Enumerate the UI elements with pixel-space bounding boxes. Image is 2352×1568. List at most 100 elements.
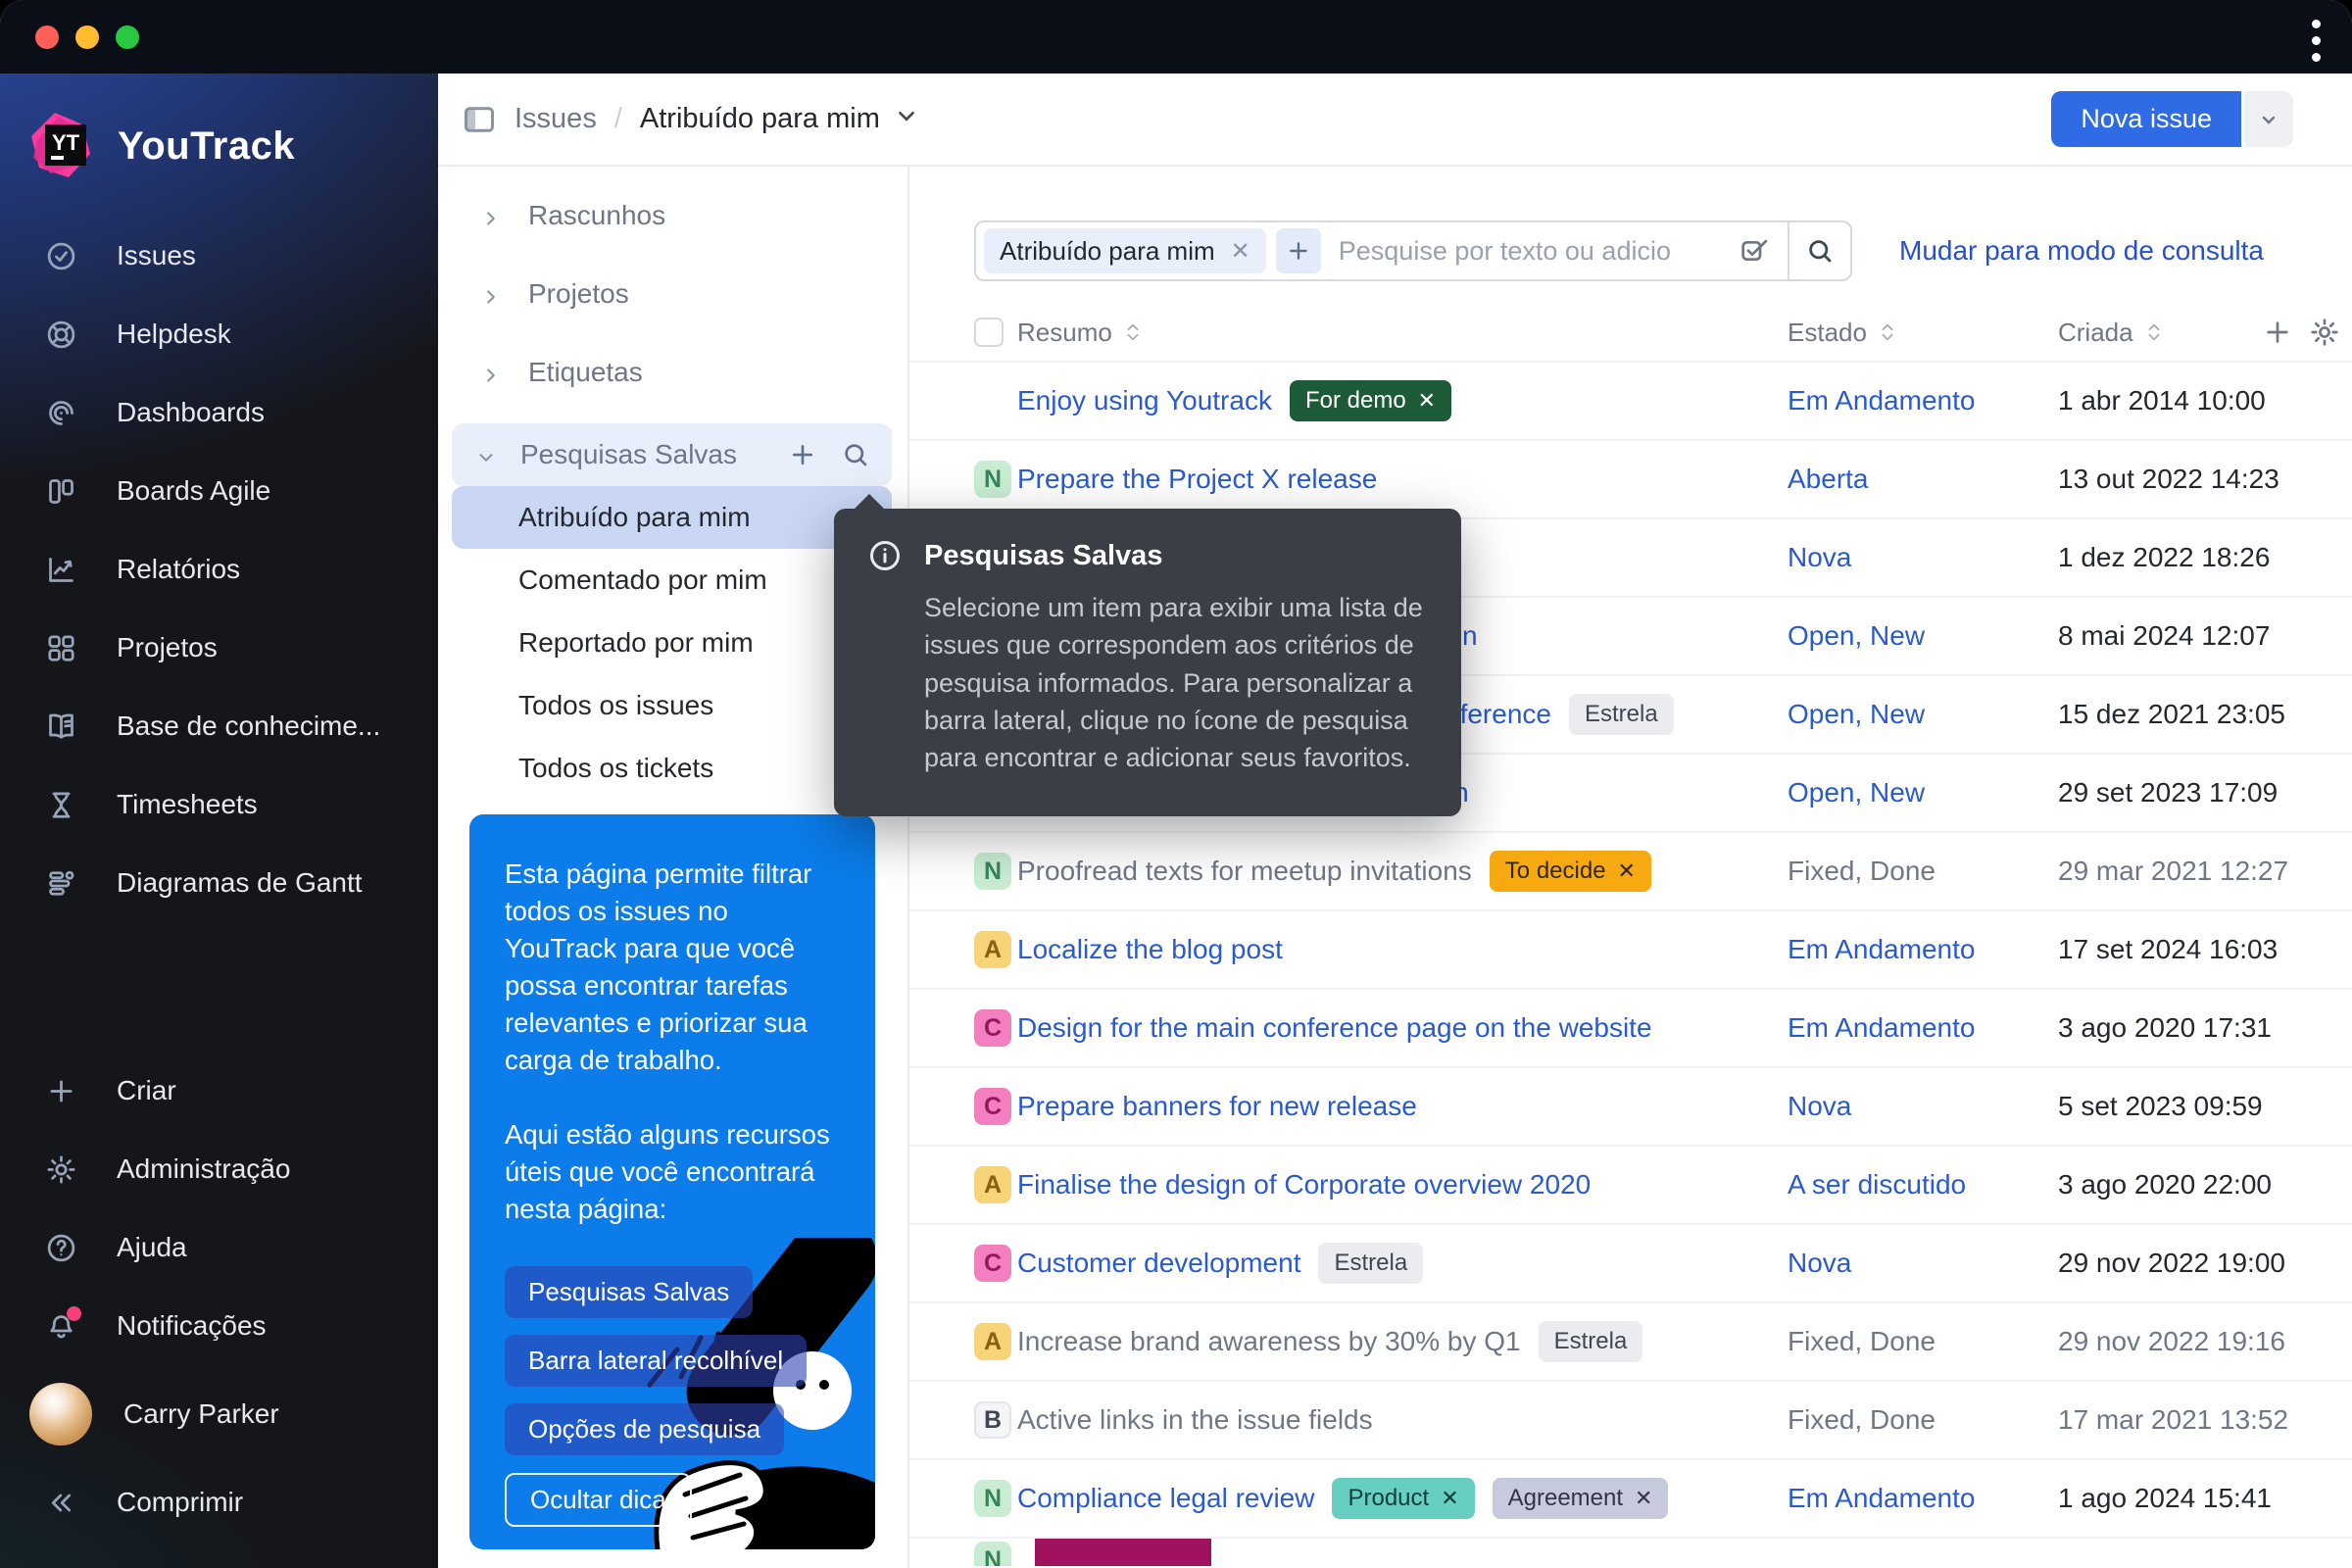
- issue-title-link[interactable]: Prepare banners for new release: [1017, 1091, 1417, 1122]
- issue-state-link[interactable]: Nova: [1788, 1248, 1851, 1279]
- issue-tag[interactable]: For demo ✕: [1289, 380, 1452, 421]
- window-menu-icon[interactable]: [2312, 20, 2321, 62]
- issue-title-link[interactable]: n: [1462, 620, 1478, 652]
- saved-search-item[interactable]: Todos os issues: [452, 674, 892, 737]
- sidebar-item-notificacoes[interactable]: Notificações: [0, 1287, 438, 1365]
- issue-state-link[interactable]: A ser discutido: [1788, 1169, 1966, 1200]
- issue-title-link[interactable]: Compliance legal review: [1017, 1483, 1314, 1514]
- filter-chip[interactable]: Atribuído para mim ✕: [984, 228, 1266, 273]
- remove-tag-icon[interactable]: ✕: [1418, 388, 1436, 414]
- new-issue-button[interactable]: Nova issue: [2051, 91, 2241, 147]
- sort-icon[interactable]: [1122, 319, 1144, 345]
- promo-link-button[interactable]: Opções de pesquisa: [505, 1403, 785, 1456]
- explorer-group-projetos[interactable]: Projetos: [438, 255, 907, 333]
- sidebar-item-projetos[interactable]: Projetos: [0, 609, 438, 687]
- sidebar-item-administracao[interactable]: Administração: [0, 1130, 438, 1208]
- sidebar-item-base-conhecimento[interactable]: Base de conhecime...: [0, 687, 438, 765]
- issue-title-link[interactable]: Customer development: [1017, 1248, 1300, 1279]
- sort-icon[interactable]: [2143, 319, 2165, 345]
- issue-title-link[interactable]: Increase brand awareness by 30% by Q1: [1017, 1326, 1521, 1357]
- issue-tag[interactable]: To decide ✕: [1489, 851, 1651, 892]
- table-row[interactable]: A Localize the blog post Em Andamento 17 se…: [909, 909, 2352, 988]
- add-column-icon[interactable]: [2262, 317, 2293, 348]
- issue-tag[interactable]: [1035, 1539, 1211, 1566]
- issue-title-fragment[interactable]: nference Estrela: [1445, 694, 1674, 735]
- issue-state-link[interactable]: Open, New: [1788, 699, 1925, 730]
- saved-search-item[interactable]: Todos os tickets: [452, 737, 892, 800]
- issue-state-link[interactable]: Aberta: [1788, 464, 1869, 495]
- issue-state-link[interactable]: Open, New: [1788, 777, 1925, 808]
- issue-state-link[interactable]: Fixed, Done: [1788, 1404, 1936, 1436]
- table-row[interactable]: N Proofread texts for meetup invitations T…: [909, 831, 2352, 909]
- remove-tag-icon[interactable]: ✕: [1635, 1486, 1652, 1511]
- issue-tag[interactable]: Estrela: [1568, 694, 1674, 735]
- search-submit-icon[interactable]: [1788, 222, 1850, 279]
- sidebar-item-ajuda[interactable]: Ajuda: [0, 1208, 438, 1287]
- issue-state-link[interactable]: Open, New: [1788, 620, 1925, 652]
- sidebar-item-timesheets[interactable]: Timesheets: [0, 765, 438, 844]
- table-row[interactable]: N Prepare the Project X release Aberta 13 o…: [909, 439, 2352, 517]
- table-row[interactable]: C Prepare banners for new release Nova 5 se…: [909, 1066, 2352, 1145]
- remove-filter-icon[interactable]: ✕: [1231, 237, 1250, 266]
- sidebar-item-dashboards[interactable]: Dashboards: [0, 373, 438, 452]
- add-filter-icon[interactable]: [1275, 228, 1321, 273]
- sidebar-item-diagramas-gantt[interactable]: Diagramas de Gantt: [0, 844, 438, 922]
- remove-tag-icon[interactable]: ✕: [1441, 1486, 1458, 1511]
- sidebar-item-criar[interactable]: Criar: [0, 1052, 438, 1130]
- breadcrumb-issues[interactable]: Issues: [514, 103, 597, 135]
- hide-tip-button[interactable]: Ocultar dica: [505, 1473, 692, 1528]
- issue-title-fragment[interactable]: n: [1462, 620, 1478, 652]
- sidebar-item-boards-agile[interactable]: Boards Agile: [0, 452, 438, 530]
- search-input[interactable]: Pesquise por texto ou adicio: [1339, 236, 1739, 267]
- minimize-button[interactable]: [75, 24, 99, 49]
- saved-search-item[interactable]: Atribuído para mim: [452, 486, 892, 549]
- toggle-sidebar-icon[interactable]: [462, 102, 497, 137]
- issue-title-link[interactable]: Localize the blog post: [1017, 934, 1283, 965]
- issue-title-link[interactable]: Active links in the issue fields: [1017, 1404, 1373, 1436]
- close-button[interactable]: [35, 24, 59, 49]
- new-issue-dropdown-button[interactable]: [2244, 91, 2293, 147]
- issue-title-link[interactable]: Finalise the design of Corporate overvie…: [1017, 1169, 1591, 1200]
- explorer-group-etiquetas[interactable]: Etiquetas: [438, 333, 907, 412]
- issue-title-link[interactable]: Prepare the Project X release: [1017, 464, 1377, 495]
- table-row[interactable]: N Compliance legal review Product ✕ Agreemen…: [909, 1458, 2352, 1537]
- issue-tag[interactable]: Estrela: [1538, 1321, 1643, 1362]
- query-mode-link[interactable]: Mudar para modo de consulta: [1899, 235, 2264, 267]
- table-row[interactable]: C Design for the main conference page on …: [909, 988, 2352, 1066]
- sidebar-item-comprimir[interactable]: Comprimir: [0, 1463, 438, 1542]
- add-saved-search-icon[interactable]: [788, 440, 817, 469]
- table-row[interactable]: Enjoy using Youtrack For demo ✕ Em Andament…: [909, 361, 2352, 439]
- issue-title-link[interactable]: Proofread texts for meetup invitations: [1017, 856, 1472, 887]
- sidebar-item-issues[interactable]: Issues: [0, 217, 438, 295]
- saved-searches-header[interactable]: Pesquisas Salvas: [452, 423, 892, 486]
- column-criada[interactable]: Criada: [2058, 304, 2165, 361]
- sidebar-item-user[interactable]: Carry Parker: [0, 1365, 438, 1463]
- issue-state-link[interactable]: Em Andamento: [1788, 385, 1975, 416]
- issue-state-link[interactable]: Em Andamento: [1788, 1012, 1975, 1044]
- issue-state-link[interactable]: Nova: [1788, 1091, 1851, 1122]
- issue-tag[interactable]: Product ✕: [1332, 1478, 1475, 1519]
- remove-tag-icon[interactable]: ✕: [1618, 858, 1636, 884]
- table-row[interactable]: B Active links in the issue fields Fixed, …: [909, 1380, 2352, 1458]
- issue-state-link[interactable]: Fixed, Done: [1788, 1326, 1936, 1357]
- select-all-checkbox[interactable]: [974, 318, 1004, 347]
- app-logo[interactable]: YT YouTrack: [0, 74, 438, 181]
- issue-title-link[interactable]: Design for the main conference page on t…: [1017, 1012, 1652, 1044]
- gear-icon[interactable]: [2309, 317, 2340, 348]
- column-estado[interactable]: Estado: [1788, 304, 1898, 361]
- saved-search-item[interactable]: Comentado por mim: [452, 549, 892, 612]
- table-row[interactable]: C Customer development Estrela Nova 29 nov 2…: [909, 1223, 2352, 1301]
- sort-icon[interactable]: [1877, 319, 1898, 345]
- issue-state-link[interactable]: Em Andamento: [1788, 1483, 1975, 1514]
- issue-state-link[interactable]: Em Andamento: [1788, 934, 1975, 965]
- promo-link-button[interactable]: Pesquisas Salvas: [505, 1266, 754, 1319]
- issue-title-link[interactable]: Enjoy using Youtrack: [1017, 385, 1272, 416]
- issue-tag[interactable]: Estrela: [1318, 1243, 1424, 1284]
- column-resumo[interactable]: Resumo: [1017, 304, 1144, 361]
- saved-search-item[interactable]: Reportado por mim: [452, 612, 892, 674]
- sidebar-item-helpdesk[interactable]: Helpdesk: [0, 295, 438, 373]
- breadcrumb-current[interactable]: Atribuído para mim: [640, 103, 919, 136]
- table-row[interactable]: A Finalise the design of Corporate overvi…: [909, 1145, 2352, 1223]
- table-row[interactable]: A Increase brand awareness by 30% by Q1 Es…: [909, 1301, 2352, 1380]
- issue-tag[interactable]: Agreement ✕: [1492, 1478, 1669, 1519]
